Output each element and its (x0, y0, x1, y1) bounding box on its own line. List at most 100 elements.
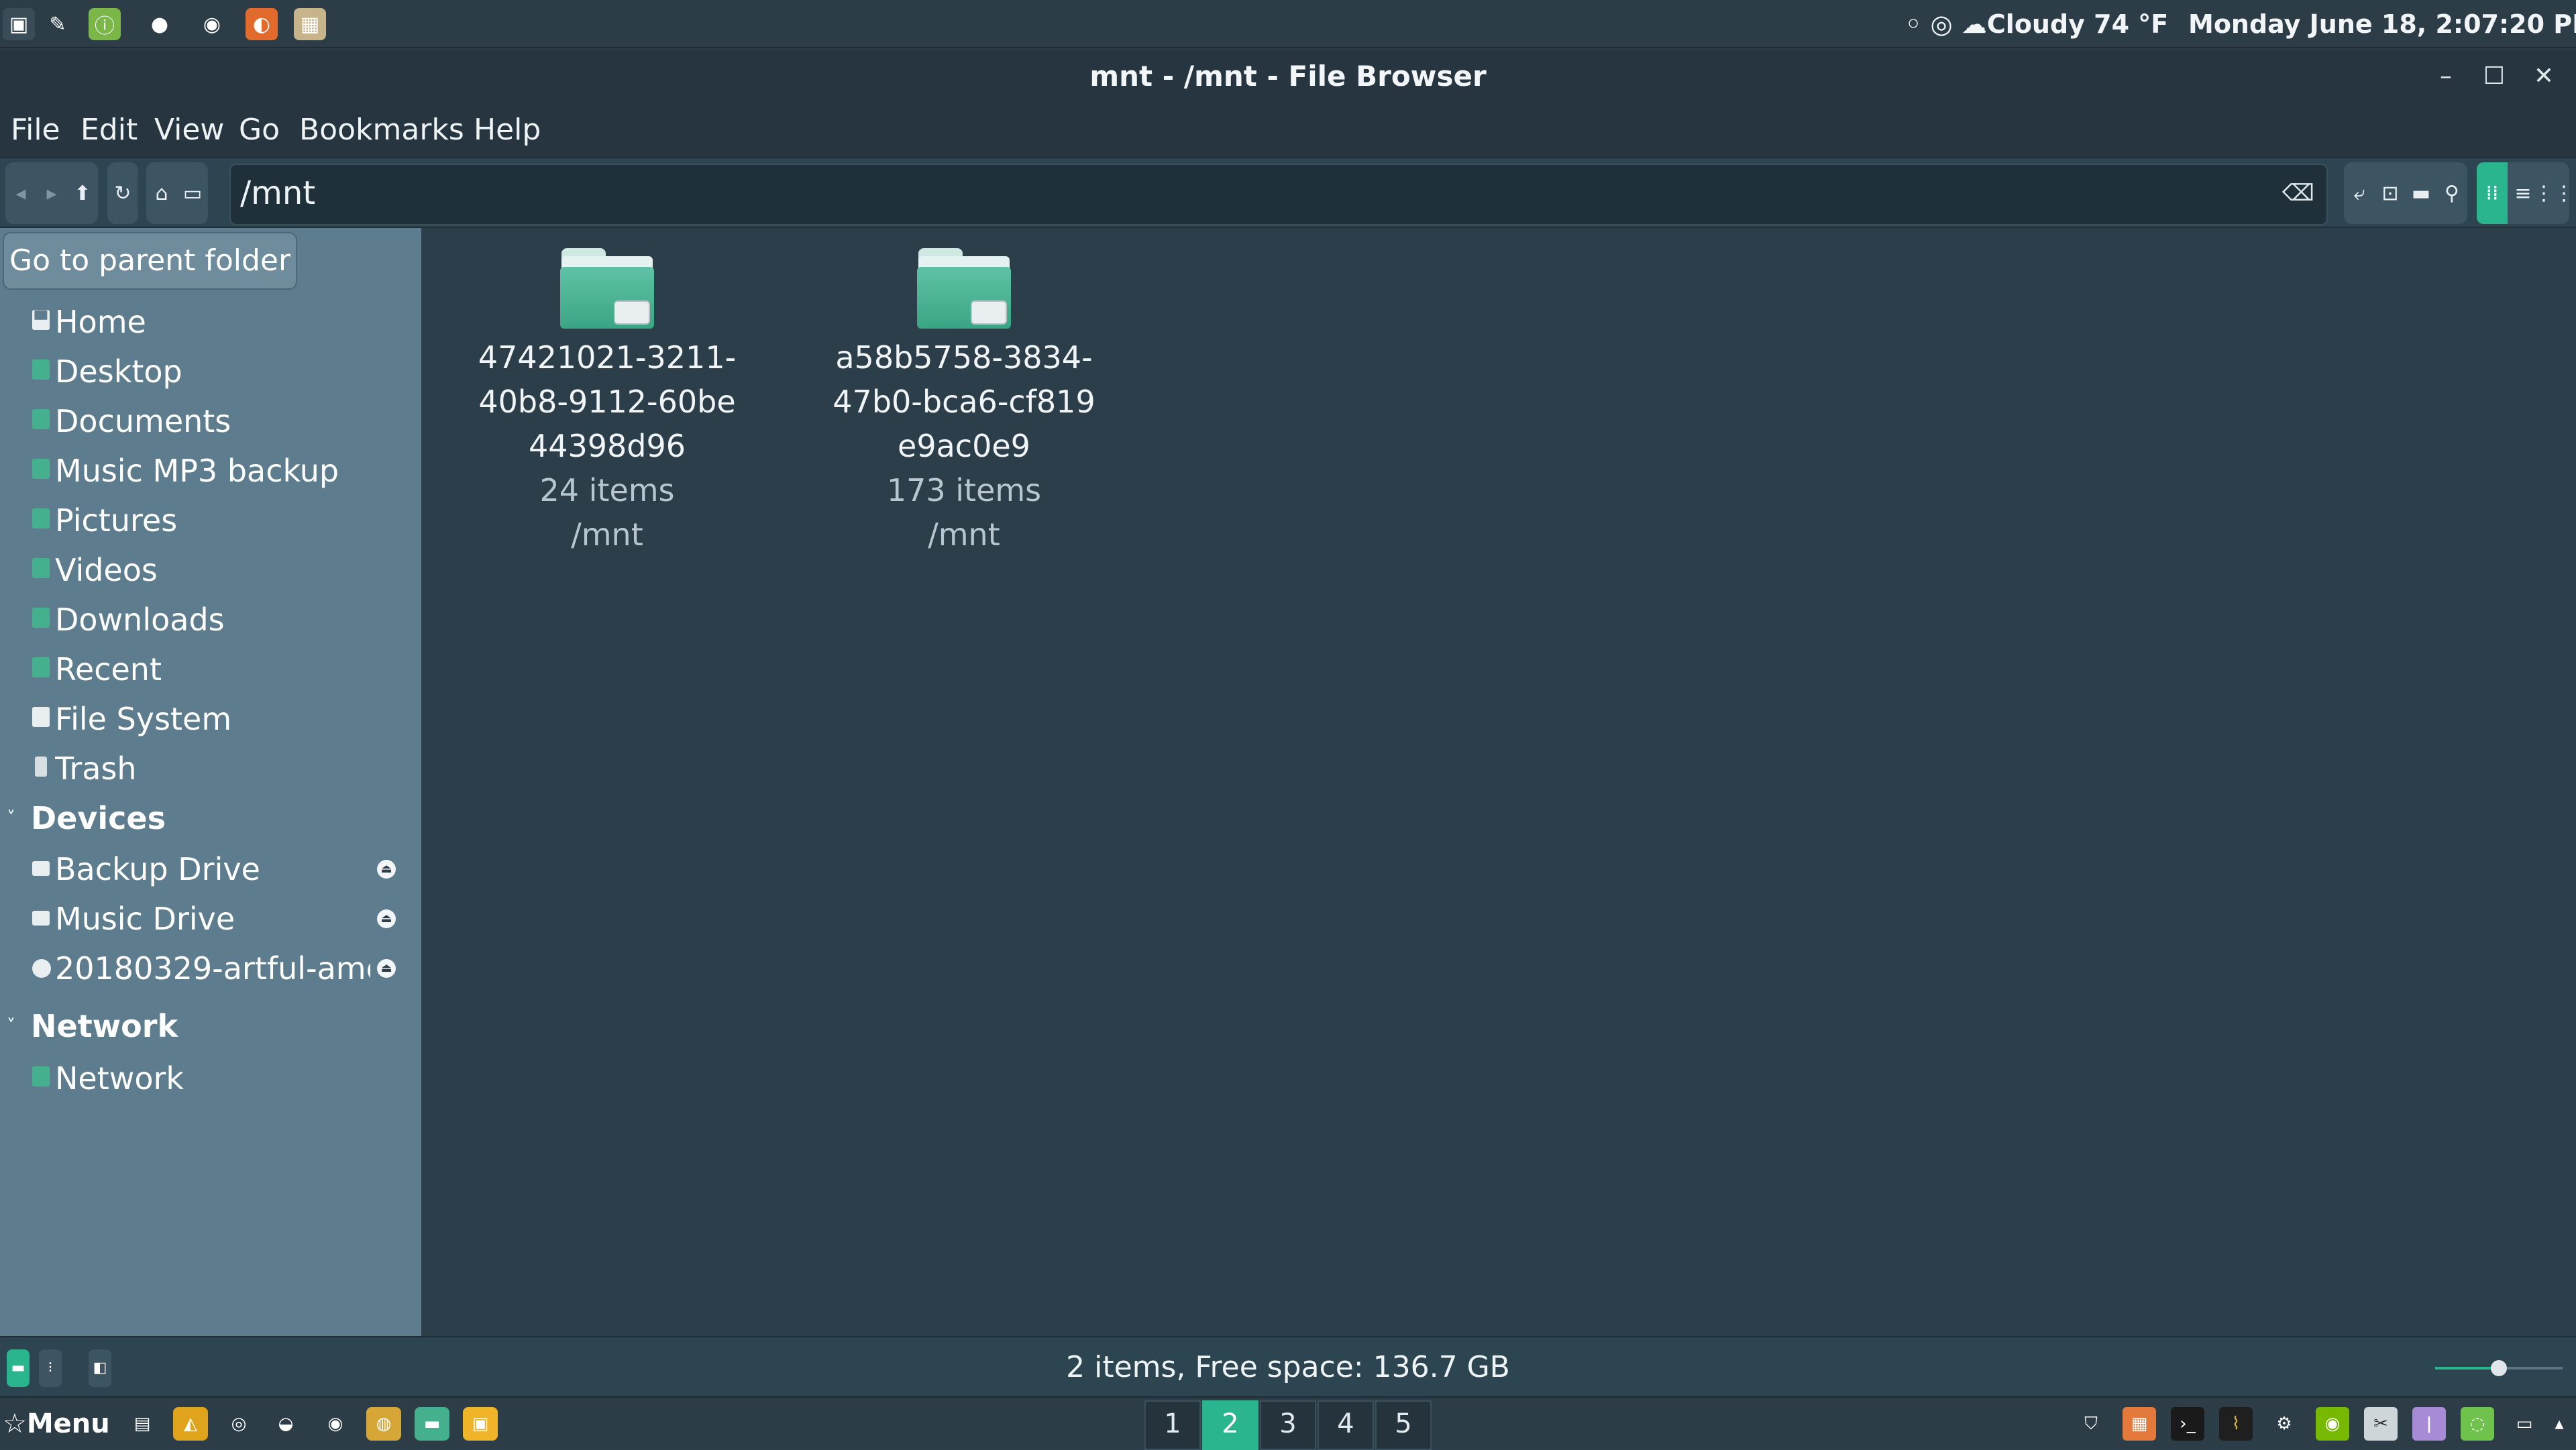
bookmark-icon[interactable]: ⤶ (2344, 162, 2375, 224)
window-title: mnt - /mnt - File Browser (1089, 60, 1487, 93)
info-icon[interactable]: ⓘ (89, 8, 121, 40)
status-bar: ▬ ⁝ ◧ 2 items, Free space: 136.7 GB (0, 1336, 2576, 1396)
home-icon[interactable]: ⌂ (146, 162, 177, 224)
audio-icon[interactable]: ◍ (366, 1407, 401, 1441)
new-folder-icon[interactable]: ▬ (2406, 162, 2436, 224)
sidebar-item-pictures[interactable]: Pictures (0, 496, 421, 545)
zoom-slider-handle[interactable] (2491, 1360, 2507, 1376)
chat-icon[interactable]: ◌ (2461, 1407, 2494, 1441)
system-monitor-icon[interactable]: ⌇ (2219, 1407, 2253, 1441)
shield-icon[interactable]: ⛉ (2074, 1407, 2108, 1441)
color-picker-icon[interactable]: ▦ (2123, 1407, 2156, 1441)
zoom-slider-fill (2435, 1367, 2499, 1370)
window-titlebar[interactable]: mnt - /mnt - File Browser – ☐ ✕ (0, 50, 2576, 103)
sidebar-item-label: 20180329-artful-amd··· (55, 950, 370, 987)
places-group: ⌂ ▭ (146, 162, 208, 224)
menu-help[interactable]: Help (474, 103, 541, 157)
network-section-header[interactable]: ˅ Network (0, 1001, 421, 1052)
sidebar-item-file-system[interactable]: File System (0, 695, 421, 743)
workspace-5[interactable]: 5 (1375, 1400, 1432, 1450)
sidebar-item-videos[interactable]: Videos (0, 546, 421, 594)
file-view[interactable]: 47421021-3211-40b8-9112-60be44398d96 24 … (421, 228, 2576, 1336)
toolbar: ◂ ▸ ⬆ ↻ ⌂ ▭ /mnt ⌫ ⤶ ⊡ ▬ ⚲ ⁞⁞ ≡ ⋮⋮ (0, 157, 2576, 228)
workspace-1[interactable]: 1 (1144, 1400, 1201, 1450)
back-button[interactable]: ◂ (5, 162, 36, 224)
terminal-icon[interactable]: ›_ (2171, 1407, 2204, 1441)
devices-section-header[interactable]: ˅ Devices (0, 793, 421, 844)
sidebar-item-documents[interactable]: Documents (0, 397, 421, 445)
file-item[interactable]: 47421021-3211-40b8-9112-60be44398d96 24 … (473, 248, 741, 557)
vlc-icon[interactable]: ◭ (173, 1407, 208, 1441)
settings-icon[interactable]: ⚙ (2267, 1407, 2301, 1441)
sidebar-item-desktop[interactable]: Desktop (0, 347, 421, 396)
weather-indicator[interactable]: ◦ ◎ ☁Cloudy 74 °F (1905, 0, 2168, 48)
webcam-icon[interactable]: ◉ (318, 1407, 353, 1441)
menu-file[interactable]: File (11, 103, 60, 157)
tray-arrow-icon[interactable]: ▴ (2542, 1407, 2576, 1441)
software-icon[interactable]: ▣ (463, 1407, 498, 1441)
maximize-button[interactable]: ☐ (2477, 59, 2512, 94)
sidebar-item-recent[interactable]: Recent (0, 645, 421, 693)
sidebar-item-disc[interactable]: 20180329-artful-amd··· ⏏ (0, 944, 421, 993)
drive-icon[interactable]: ◒ (268, 1407, 303, 1441)
thermometer-icon[interactable]: ǀ (2412, 1407, 2446, 1441)
file-item[interactable]: a58b5758-3834-47b0-bca6-cf819e9ac0e9 173… (830, 248, 1098, 557)
clapper-icon[interactable]: ▤ (125, 1407, 160, 1441)
disc-icon[interactable]: ◉ (196, 8, 228, 40)
file-name: a58b5758-3834-47b0-bca6-cf819e9ac0e9 (833, 339, 1095, 464)
files-icon[interactable]: ▬ (415, 1407, 449, 1441)
display-icon[interactable]: ▭ (2508, 1407, 2541, 1441)
file-item-count: 173 items (886, 472, 1042, 508)
videos-folder-icon (32, 558, 50, 578)
workspace-2[interactable]: 2 (1202, 1400, 1258, 1450)
menu-edit[interactable]: Edit (80, 103, 138, 157)
menu-bookmarks[interactable]: Bookmarks (299, 103, 464, 157)
close-button[interactable]: ✕ (2526, 59, 2561, 94)
sidebar-item-trash[interactable]: Trash (0, 744, 421, 793)
sidebar-item-music-drive[interactable]: Music Drive ⏏ (0, 895, 421, 943)
minimize-button[interactable]: – (2428, 59, 2463, 94)
panel-app-icon[interactable]: ▣ (3, 8, 35, 40)
image-icon[interactable]: ▦ (294, 8, 326, 40)
tools-icon[interactable]: ✂ (2364, 1407, 2398, 1441)
sidebar-item-label: Trash (55, 750, 137, 787)
eject-icon[interactable]: ⏏ (377, 959, 396, 978)
sidebar-item-music-mp3-backup[interactable]: Music MP3 backup (0, 447, 421, 495)
terminal-icon[interactable]: ⊡ (2375, 162, 2406, 224)
location-bar[interactable]: /mnt ⌫ (229, 164, 2328, 225)
sidebar-item-downloads[interactable]: Downloads (0, 596, 421, 644)
status-text: 2 items, Free space: 136.7 GB (1066, 1350, 1510, 1384)
camera-icon[interactable]: ◎ (221, 1407, 256, 1441)
clock[interactable]: Monday June 18, 2:07:20 PM (2188, 0, 2576, 48)
workspace-3[interactable]: 3 (1260, 1400, 1316, 1450)
drive-icon (32, 707, 50, 727)
eject-icon[interactable]: ⏏ (377, 860, 396, 879)
start-menu-button[interactable]: ☆Menu (3, 1398, 110, 1450)
sidebar-item-label: Music Drive (55, 901, 235, 937)
sidebar-item-label: Network (55, 1060, 184, 1097)
sidebar-item-home[interactable]: ▀ Home (0, 298, 421, 346)
sidebar-item-network[interactable]: Network (0, 1054, 421, 1103)
reload-icon[interactable]: ↻ (107, 162, 138, 224)
search-icon[interactable]: ⚲ (2436, 162, 2467, 224)
sidebar-item-label: File System (55, 701, 232, 737)
computer-icon[interactable]: ▭ (177, 162, 208, 224)
pen-icon[interactable]: ✎ (42, 8, 74, 40)
clear-location-icon[interactable]: ⌫ (2282, 165, 2314, 221)
nvidia-icon[interactable]: ◉ (2316, 1407, 2349, 1441)
up-button[interactable]: ⬆ (67, 162, 98, 224)
icon-view-icon[interactable]: ⁞⁞ (2477, 162, 2508, 224)
music-folder-icon (32, 459, 50, 479)
forward-button[interactable]: ▸ (36, 162, 67, 224)
menu-go[interactable]: Go (239, 103, 280, 157)
sidebar-item-label: Desktop (55, 353, 182, 390)
sidebar-item-backup-drive[interactable]: Backup Drive ⏏ (0, 845, 421, 893)
workspace-4[interactable]: 4 (1318, 1400, 1374, 1450)
firefox-icon[interactable]: ◐ (246, 8, 278, 40)
user-icon[interactable]: ● (144, 8, 176, 40)
compact-view-icon[interactable]: ⋮⋮ (2534, 162, 2574, 224)
location-input[interactable]: /mnt (240, 165, 315, 221)
eject-icon[interactable]: ⏏ (377, 909, 396, 928)
menu-view[interactable]: View (154, 103, 224, 157)
sidebar-item-label: Pictures (55, 502, 178, 539)
